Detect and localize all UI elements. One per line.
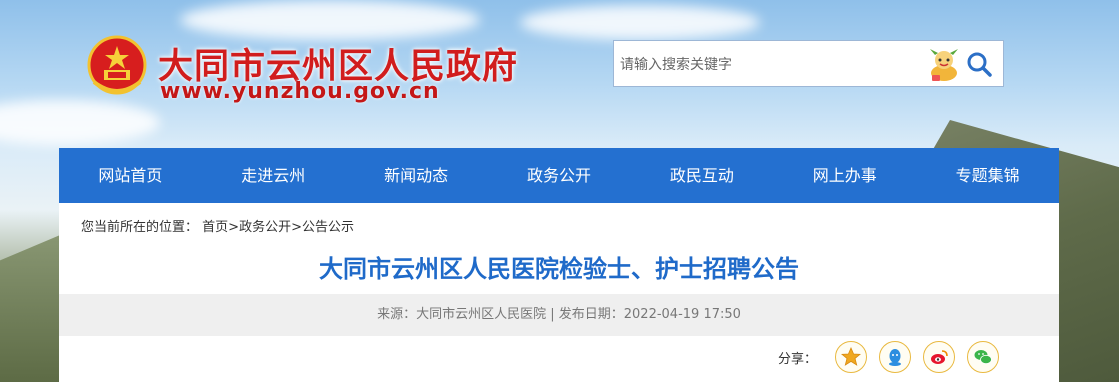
nav-item-gov-affairs[interactable]: 政务公开 (488, 148, 631, 203)
weibo-icon (931, 350, 948, 364)
nav-item-about-yunzhou[interactable]: 走进云州 (202, 148, 345, 203)
qq-icon (889, 349, 901, 366)
nav-item-home[interactable]: 网站首页 (59, 148, 202, 203)
mascot-icon (924, 47, 964, 83)
search-button[interactable] (964, 49, 994, 79)
wechat-icon (974, 350, 992, 365)
breadcrumb-notices-link[interactable]: 公告公示 (302, 220, 354, 235)
breadcrumb-home-link[interactable]: 首页 (202, 220, 228, 235)
nav-item-news[interactable]: 新闻动态 (345, 148, 488, 203)
breadcrumb-gov-affairs-link[interactable]: 政务公开 (239, 220, 291, 235)
search-input[interactable] (614, 41, 922, 88)
article-source: 大同市云州区人民医院 (416, 307, 547, 322)
search-icon (967, 52, 992, 77)
national-emblem-logo (86, 34, 148, 100)
share-favorite-button[interactable] (835, 341, 867, 373)
share-weibo-button[interactable] (923, 341, 955, 373)
background-cloud (520, 5, 760, 40)
nav-item-online-services[interactable]: 网上办事 (773, 148, 916, 203)
breadcrumb-prefix: 您当前所在的位置： (81, 220, 199, 235)
site-url: www.yunzhou.gov.cn (160, 79, 440, 104)
article-meta: 来源：大同市云州区人民医院 | 发布日期：2022-04-19 17:50 (59, 294, 1059, 336)
breadcrumb: 您当前所在的位置： 首页>政务公开>公告公示 (81, 216, 354, 235)
nav-item-topics[interactable]: 专题集锦 (916, 148, 1059, 203)
background-cloud (180, 0, 480, 40)
background-cloud (0, 100, 160, 145)
source-label: 来源： (377, 307, 417, 322)
breadcrumb-separator: > (228, 220, 240, 235)
favorite-star-icon (841, 347, 861, 366)
article-title: 大同市云州区人民医院检验士、护士招聘公告 (319, 255, 799, 283)
date-label: 发布日期： (558, 307, 624, 322)
main-nav: 网站首页 走进云州 新闻动态 政务公开 政民互动 网上办事 专题集锦 (59, 148, 1059, 203)
breadcrumb-separator: > (291, 220, 302, 235)
nav-item-interaction[interactable]: 政民互动 (630, 148, 773, 203)
share-bar: 分享： (778, 340, 999, 374)
share-label: 分享： (777, 351, 817, 367)
meta-divider: | (546, 307, 559, 322)
search-box (613, 40, 1004, 88)
share-qq-button[interactable] (879, 341, 911, 373)
share-wechat-button[interactable] (967, 341, 999, 373)
publish-date: 2022-04-19 17:50 (623, 307, 741, 322)
content-panel: 您当前所在的位置： 首页>政务公开>公告公示 大同市云州区人民医院检验士、护士招… (59, 203, 1059, 382)
